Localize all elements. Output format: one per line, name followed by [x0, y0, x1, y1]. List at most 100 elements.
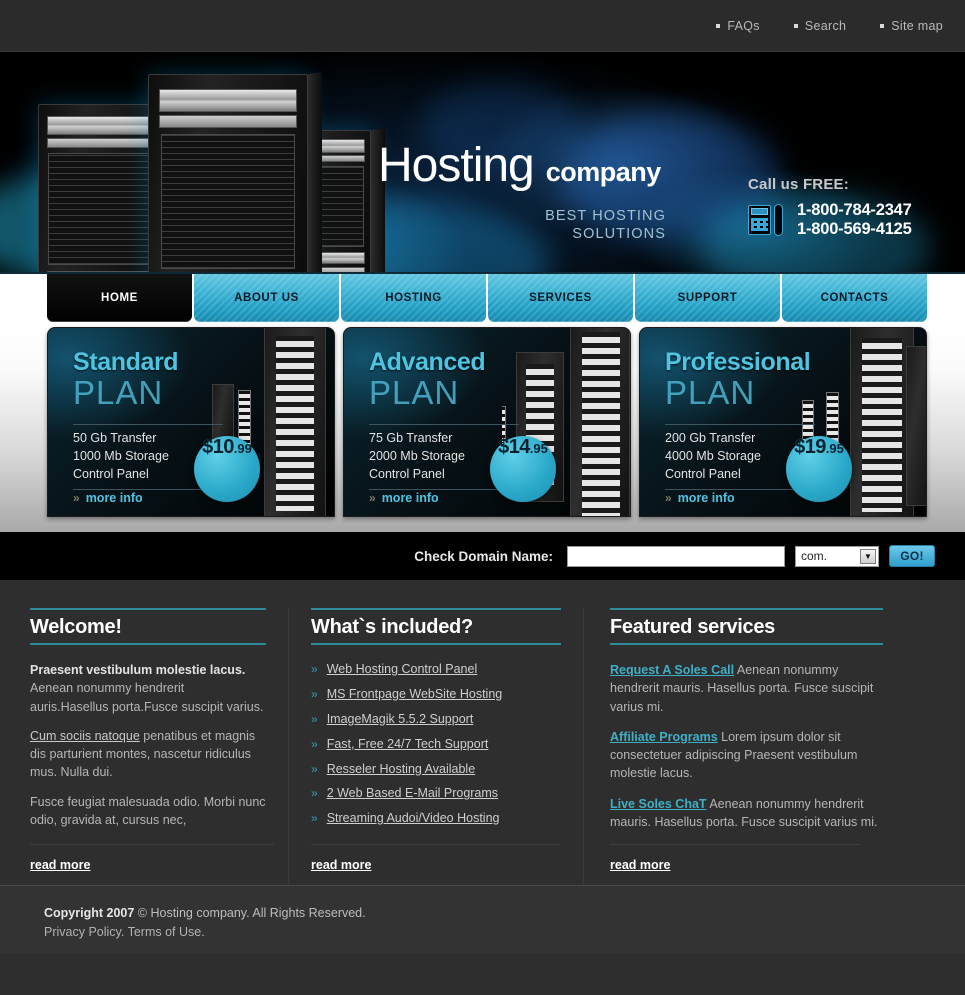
go-button[interactable]: GO!: [889, 545, 935, 567]
tagline-line-1: BEST HOSTING: [545, 208, 666, 224]
welcome-lead-rest: Aenean nonummy hendrerit auris.Hasellus …: [30, 681, 264, 714]
hero-banner: Hosting company BEST HOSTING SOLUTIONS C…: [0, 52, 965, 272]
plan-word: PLAN: [73, 374, 164, 411]
featured-link-request-a-soles-call[interactable]: Request A Soles Call: [610, 663, 734, 677]
square-bullet-icon: [793, 24, 798, 28]
plan-more-info-link[interactable]: » more info: [73, 491, 143, 505]
double-chevron-icon: »: [311, 711, 318, 726]
logo-primary-text: Hosting: [378, 139, 535, 192]
featured-heading-rule: Featured services: [610, 608, 883, 645]
plan-more-info-label: more info: [381, 491, 439, 505]
featured-entry: Request A Soles Call Aenean nonummy hend…: [610, 661, 883, 716]
read-more-included[interactable]: read more: [311, 858, 371, 872]
server-rack-image: [148, 72, 322, 272]
plan-price-major: $19: [794, 436, 826, 458]
included-link[interactable]: Resseler Hosting Available: [327, 761, 475, 778]
tagline: BEST HOSTING SOLUTIONS: [526, 207, 666, 243]
square-bullet-icon: [880, 24, 885, 28]
included-link[interactable]: ImageMagik 5.5.2 Support: [327, 711, 474, 728]
nav-item-hosting[interactable]: HOSTING: [341, 274, 486, 322]
plan-name: Professional: [665, 348, 811, 376]
top-links: FAQs Search Site map: [716, 0, 943, 52]
plan-spec-transfer: 75 Gb Transfer: [369, 431, 453, 445]
plan-card-standard[interactable]: Standard PLAN 50 Gb Transfer 1000 Mb Sto…: [47, 327, 335, 517]
featured-link-affiliate-programs[interactable]: Affiliate Programs: [610, 730, 718, 744]
phone-numbers: 1-800-784-2347 1-800-569-4125: [797, 201, 912, 239]
plan-price-minor: .99: [233, 441, 252, 456]
plan-price-major: $14: [498, 436, 530, 458]
domain-name-input[interactable]: [567, 545, 785, 567]
server-rack-image: [38, 102, 178, 272]
double-chevron-icon: »: [311, 686, 318, 701]
call-us-label: Call us FREE:: [748, 176, 849, 193]
column-whats-included: What`s included? » Web Hosting Control P…: [288, 608, 583, 885]
plan-card-professional[interactable]: Professional PLAN 200 Gb Transfer 4000 M…: [639, 327, 927, 517]
site-logo[interactable]: Hosting company: [378, 142, 661, 190]
list-item[interactable]: » Fast, Free 24/7 Tech Support: [311, 736, 561, 753]
featured-entry: Affiliate Programs Lorem ipsum dolor sit…: [610, 728, 883, 783]
plan-word: PLAN: [369, 374, 460, 411]
read-more-welcome[interactable]: read more: [30, 858, 90, 872]
tld-select[interactable]: com. ▼: [795, 545, 879, 567]
plan-card-advanced[interactable]: Advanced PLAN 75 Gb Transfer 2000 Mb Sto…: [343, 327, 631, 517]
top-link-label: FAQs: [727, 19, 760, 33]
top-link-faqs[interactable]: FAQs: [716, 19, 760, 33]
plan-price-major: $10: [202, 436, 234, 458]
domain-check-label: Check Domain Name:: [414, 548, 553, 564]
main-navigation-band: HOME ABOUT US HOSTING SERVICES SUPPORT C…: [0, 272, 965, 327]
plan-more-info-link[interactable]: » more info: [665, 491, 735, 505]
nav-item-support[interactable]: SUPPORT: [635, 274, 780, 322]
column-featured-services: Featured services Request A Soles Call A…: [583, 608, 883, 885]
plan-more-info-link[interactable]: » more info: [369, 491, 439, 505]
copyright-line: Copyright 2007 © Hosting company. All Ri…: [44, 904, 965, 923]
terms-of-use-link[interactable]: Terms of Use.: [128, 925, 205, 939]
featured-read-more-wrap: read more: [610, 844, 860, 874]
pricing-plans-strip: Standard PLAN 50 Gb Transfer 1000 Mb Sto…: [0, 327, 965, 532]
double-chevron-icon: »: [311, 761, 318, 776]
double-chevron-icon: »: [369, 491, 376, 505]
double-chevron-icon: »: [311, 736, 318, 751]
phone-number-2: 1-800-569-4125: [797, 219, 912, 238]
chevron-down-icon[interactable]: ▼: [860, 548, 876, 564]
list-item[interactable]: » Resseler Hosting Available: [311, 761, 561, 778]
list-item[interactable]: » ImageMagik 5.5.2 Support: [311, 711, 561, 728]
privacy-policy-link[interactable]: Privacy Policy.: [44, 925, 124, 939]
nav-item-home[interactable]: HOME: [47, 274, 192, 322]
featured-heading: Featured services: [610, 616, 775, 638]
top-link-search[interactable]: Search: [793, 19, 846, 33]
top-link-site-map[interactable]: Site map: [880, 19, 943, 33]
logo-secondary-text: company: [545, 157, 662, 187]
tagline-line-2: SOLUTIONS: [572, 226, 666, 243]
list-item[interactable]: » 2 Web Based E-Mail Programs: [311, 785, 561, 802]
welcome-paragraph-1: Praesent vestibulum molestie lacus. Aene…: [30, 661, 266, 716]
plan-name: Advanced: [369, 348, 486, 376]
nav-item-services[interactable]: SERVICES: [488, 274, 633, 322]
list-item[interactable]: » Web Hosting Control Panel: [311, 661, 561, 678]
included-link[interactable]: 2 Web Based E-Mail Programs: [327, 785, 498, 802]
pricing-plans: Standard PLAN 50 Gb Transfer 1000 Mb Sto…: [47, 327, 927, 517]
nav-item-about-us[interactable]: ABOUT US: [194, 274, 339, 322]
list-item[interactable]: » Streaming Audoi/Video Hosting: [311, 810, 561, 827]
included-link[interactable]: MS Frontpage WebSite Hosting: [327, 686, 503, 703]
welcome-read-more-wrap: read more: [30, 844, 274, 874]
content-columns: Welcome! Praesent vestibulum molestie la…: [0, 580, 965, 885]
welcome-heading-rule: Welcome!: [30, 608, 266, 645]
plan-price-minor: .95: [825, 441, 844, 456]
nav-item-contacts[interactable]: CONTACTS: [782, 274, 927, 322]
double-chevron-icon: »: [311, 662, 318, 676]
included-link[interactable]: Streaming Audoi/Video Hosting: [327, 810, 500, 827]
copyright-rest: © Hosting company. All Rights Reserved.: [134, 906, 366, 920]
plan-price-minor: .95: [529, 441, 548, 456]
plan-price-badge: $10 .99: [194, 436, 260, 502]
read-more-featured[interactable]: read more: [610, 858, 670, 872]
list-item[interactable]: » MS Frontpage WebSite Hosting: [311, 686, 561, 703]
plan-spec-transfer: 50 Gb Transfer: [73, 431, 157, 445]
featured-link-live-soles-chat[interactable]: Live Soles ChaT: [610, 797, 707, 811]
included-heading-rule: What`s included?: [311, 608, 561, 645]
included-link[interactable]: Web Hosting Control Panel: [327, 661, 478, 678]
tld-selected-value: com.: [801, 549, 828, 563]
main-navigation: HOME ABOUT US HOSTING SERVICES SUPPORT C…: [47, 274, 927, 322]
top-link-label: Site map: [891, 19, 943, 33]
included-link[interactable]: Fast, Free 24/7 Tech Support: [327, 736, 489, 753]
welcome-inline-link[interactable]: Cum sociis natoque: [30, 729, 140, 743]
